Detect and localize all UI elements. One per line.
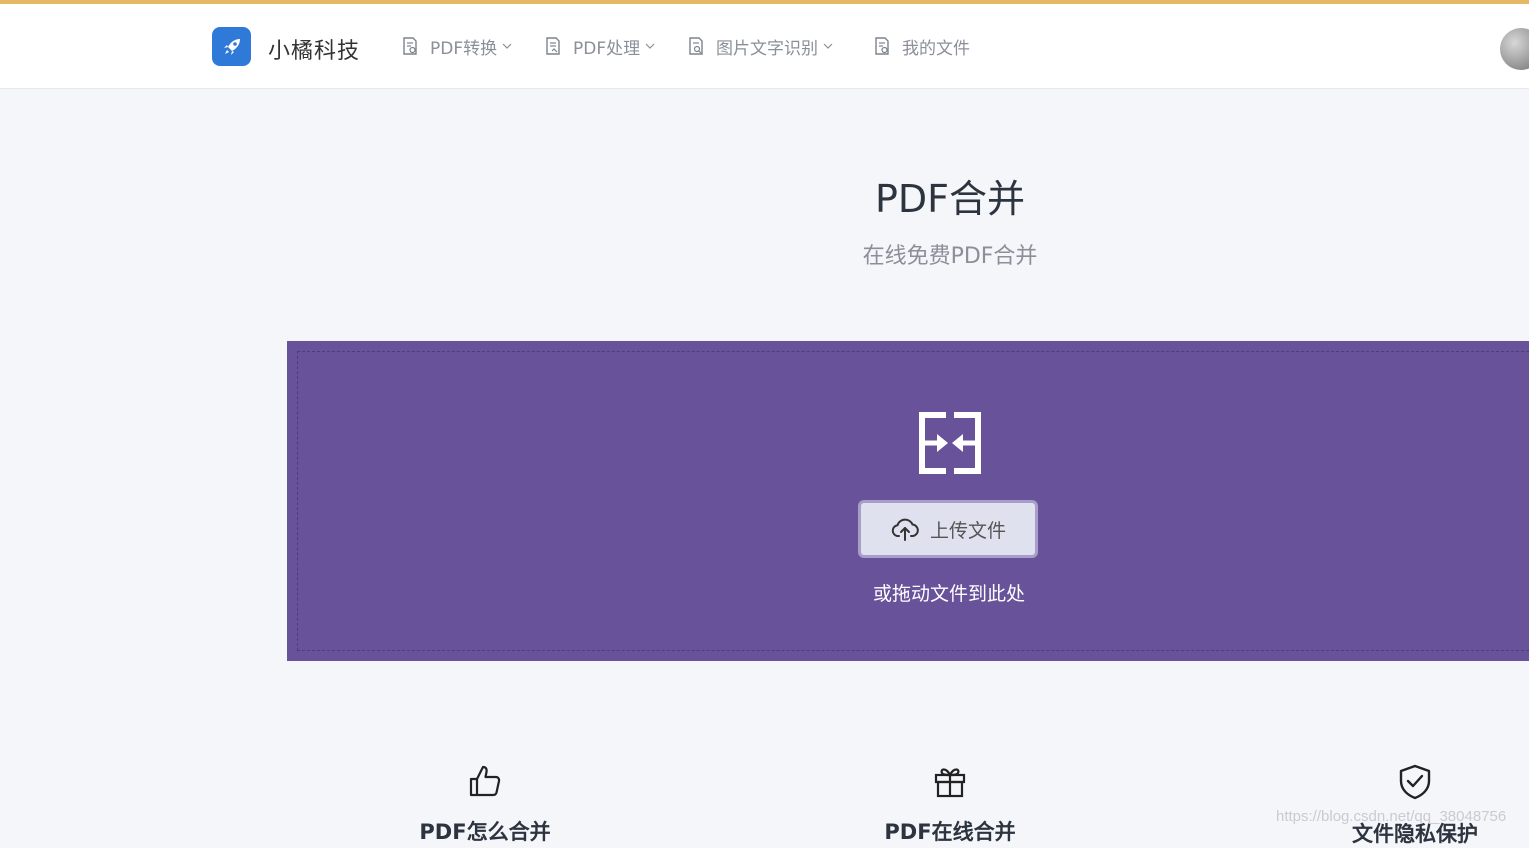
chevron-down-icon: [823, 43, 833, 49]
document-icon: [546, 37, 560, 55]
chevron-down-icon: [645, 43, 655, 49]
thumbs-up-icon: [469, 765, 501, 797]
nav-item-pdf-convert[interactable]: PDF转换: [402, 34, 512, 59]
drop-hint-text: 或拖动文件到此处: [872, 583, 1025, 605]
merge-icon: [919, 412, 981, 474]
feature-title: PDF在线合并: [884, 820, 1016, 844]
feature-title: PDF怎么合并: [419, 820, 551, 844]
feature-how-to-merge: PDF怎么合并: [335, 764, 635, 846]
feature-online-merge: PDF在线合并: [800, 764, 1100, 846]
document-icon: [689, 37, 703, 55]
nav-item-my-files[interactable]: 我的文件: [874, 34, 970, 59]
nav-label: 图片文字识别: [716, 38, 818, 59]
nav-label: PDF处理: [573, 38, 641, 59]
nav-item-image-ocr[interactable]: 图片文字识别: [688, 34, 833, 59]
upload-file-button[interactable]: 上传文件: [858, 500, 1038, 558]
chevron-down-icon: [502, 43, 512, 49]
upload-button-label: 上传文件: [929, 519, 1006, 542]
cloud-upload-icon: [891, 518, 919, 541]
watermark-text: https://blog.csdn.net/qq_38048756: [1276, 808, 1507, 825]
nav-label: 我的文件: [902, 38, 970, 59]
page-subtitle: 在线免费PDF合并: [862, 244, 1038, 269]
rocket-icon: [223, 38, 240, 55]
gift-icon: [934, 768, 966, 798]
shield-check-icon: [1399, 764, 1431, 800]
nav-item-pdf-process[interactable]: PDF处理: [545, 34, 655, 59]
document-icon: [875, 37, 889, 55]
top-nav-bar: 小橘科技 PDF转换 PDF处理 图片文字识别 我的文件: [0, 4, 1529, 89]
brand-name[interactable]: 小橘科技: [268, 33, 360, 65]
nav-label: PDF转换: [430, 38, 498, 59]
page-title: PDF合并: [874, 177, 1026, 221]
file-dropzone[interactable]: 上传文件 或拖动文件到此处: [287, 341, 1529, 661]
document-icon: [403, 37, 417, 55]
user-avatar[interactable]: [1500, 28, 1529, 70]
brand-logo[interactable]: [212, 27, 251, 66]
feature-privacy: 文件隐私保护: [1265, 764, 1529, 848]
